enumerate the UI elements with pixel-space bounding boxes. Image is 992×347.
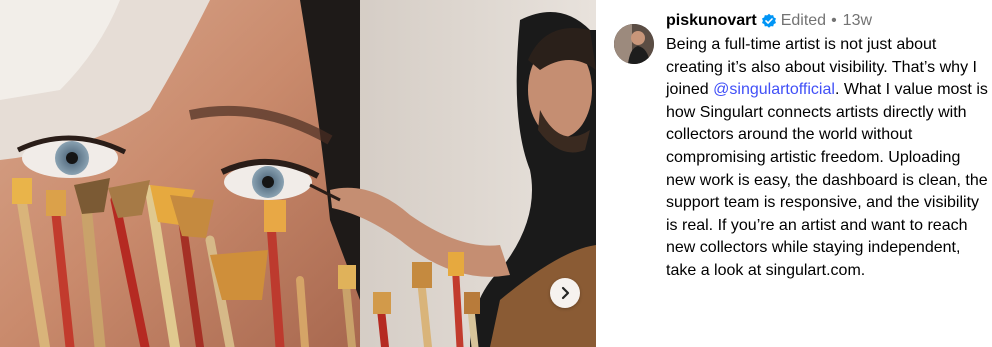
caption-text: Being a full-time artist is not just abo…	[666, 34, 991, 283]
caption-header: piskunovart Edited • 13w	[666, 10, 872, 32]
avatar-image	[614, 24, 654, 64]
post-timestamp[interactable]: 13w	[843, 10, 872, 32]
chevron-right-icon	[561, 286, 570, 300]
verified-badge-icon	[761, 13, 777, 29]
caption-text-part2: . What I value most is how Singulart con…	[666, 81, 988, 279]
post-image	[0, 0, 596, 347]
username-link[interactable]: piskunovart	[666, 10, 757, 32]
next-media-button[interactable]	[550, 278, 580, 308]
avatar[interactable]	[614, 24, 654, 64]
mention-link[interactable]: @singulartofficial	[713, 81, 835, 98]
post-media[interactable]	[0, 0, 596, 347]
separator-dot: •	[831, 12, 837, 29]
post-caption: piskunovart Edited • 13w Being a full-ti…	[614, 10, 988, 279]
edited-label: Edited	[780, 12, 827, 29]
